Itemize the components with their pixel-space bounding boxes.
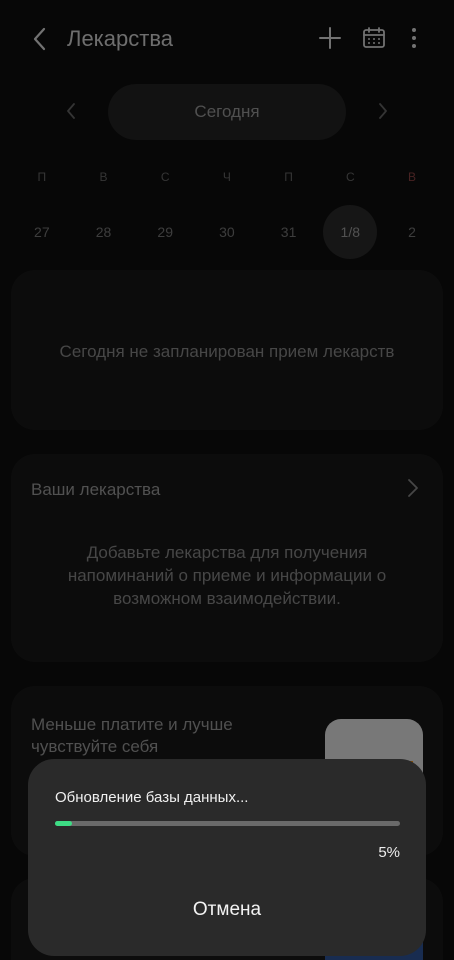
progress-fill	[55, 821, 73, 826]
progress-bar	[55, 821, 400, 826]
update-progress-dialog: Обновление базы данных... 5% Отмена	[28, 759, 426, 956]
dialog-title: Обновление базы данных...	[55, 789, 249, 806]
progress-percent: 5%	[378, 844, 400, 861]
cancel-button[interactable]: Отмена	[28, 887, 426, 933]
